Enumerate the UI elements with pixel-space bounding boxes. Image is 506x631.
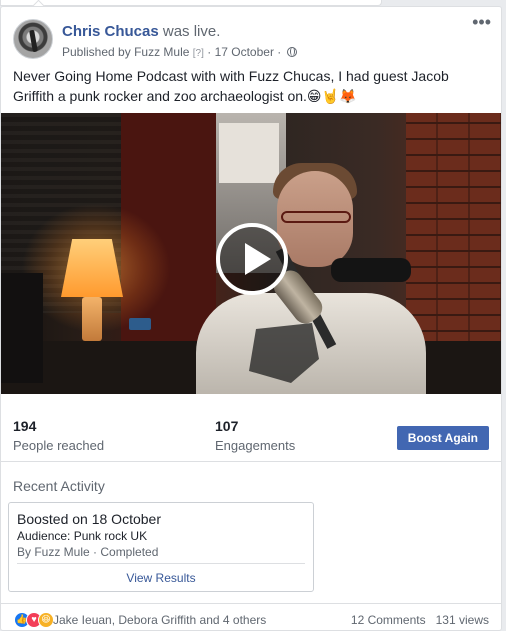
video-player[interactable] [1,113,501,394]
engagements-label: Engagements [215,438,296,453]
reactions-bar: 👍 ♥ 😆 Jake Ieuan, Debora Griffith and 4 … [1,603,501,631]
author-name-link[interactable]: Chris Chucas [62,23,159,40]
post-card: Chris Chucas was live. Published by Fuzz… [0,6,502,631]
boost-activity-card: Boosted on 18 October Audience: Punk roc… [8,502,314,592]
boost-again-button[interactable]: Boost Again [396,426,489,450]
boost-audience: Audience: Punk rock UK [17,529,148,543]
post-meta: Published by Fuzz Mule [?] · 17 October … [62,45,297,59]
post-status: was live. [162,23,221,40]
video-frame-glasses [281,211,351,223]
video-frame-shelf-panel [219,123,279,183]
recent-activity-heading: Recent Activity [13,478,105,494]
post-header: Chris Chucas was live. Published by Fuzz… [13,13,491,59]
view-results-link[interactable]: View Results [9,571,313,585]
published-prefix: Published by [62,45,131,59]
engagement-counts: 12 Comments 131 views [351,613,489,627]
avatar[interactable] [13,19,53,59]
meta-separator: · [277,45,282,59]
video-frame-mic-stand [331,258,411,282]
boost-title: Boosted on 18 October [17,511,161,527]
more-options-icon[interactable]: ••• [472,13,491,31]
engagements-count: 107 [215,418,239,434]
views-count[interactable]: 131 views [436,613,489,627]
post-stats: 194 People reached 107 Engagements Boost… [1,406,501,462]
comments-link[interactable]: 12 Comments [351,613,426,627]
meta-separator: · [207,45,212,59]
video-frame-lamp-base [82,297,102,341]
reactors-link[interactable]: Jake Ieuan, Debora Griffith and 4 others [53,613,266,627]
people-reached-count: 194 [13,418,37,434]
post-text: Never Going Home Podcast with with Fuzz … [13,68,449,104]
video-frame-speaker [1,273,43,383]
people-reached[interactable]: 194 People reached [13,418,104,453]
divider [17,563,305,564]
play-button[interactable] [216,223,288,295]
publisher-link[interactable]: Fuzz Mule [134,45,189,59]
haha-icon: 😆 [38,612,54,628]
author-line: Chris Chucas was live. [62,23,220,40]
globe-icon [286,47,297,57]
play-icon [245,243,271,275]
video-frame-cup [129,318,151,330]
engagements[interactable]: 107 Engagements [215,418,295,453]
post-date-link[interactable]: 17 October [215,45,274,59]
boost-byline: By Fuzz Mule · Completed [17,545,159,559]
people-reached-label: People reached [13,438,105,453]
help-icon[interactable]: [?] [193,48,204,59]
